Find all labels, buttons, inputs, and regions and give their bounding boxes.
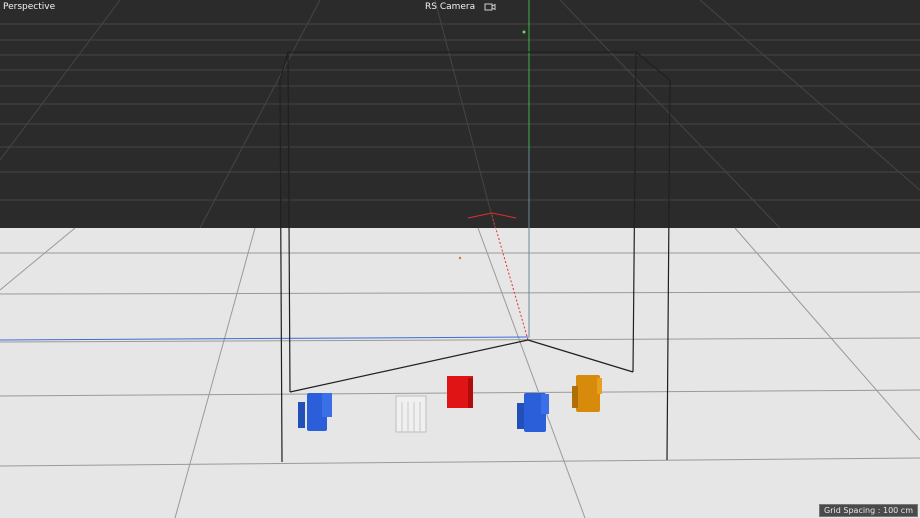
scene-canvas[interactable] [0,0,920,518]
camera-icon[interactable] [484,3,496,11]
sky-background [0,0,920,228]
orange-object[interactable] [572,375,602,412]
3d-viewport[interactable]: Perspective RS Camera Grid Spacing : 100… [0,0,920,518]
grid-spacing-indicator: Grid Spacing : 100 cm [819,504,918,517]
camera-name-label[interactable]: RS Camera [425,2,475,12]
red-cube[interactable] [447,376,473,408]
floor-plane [0,228,920,518]
white-object[interactable] [395,395,427,433]
viewport-view-label[interactable]: Perspective [3,2,55,12]
